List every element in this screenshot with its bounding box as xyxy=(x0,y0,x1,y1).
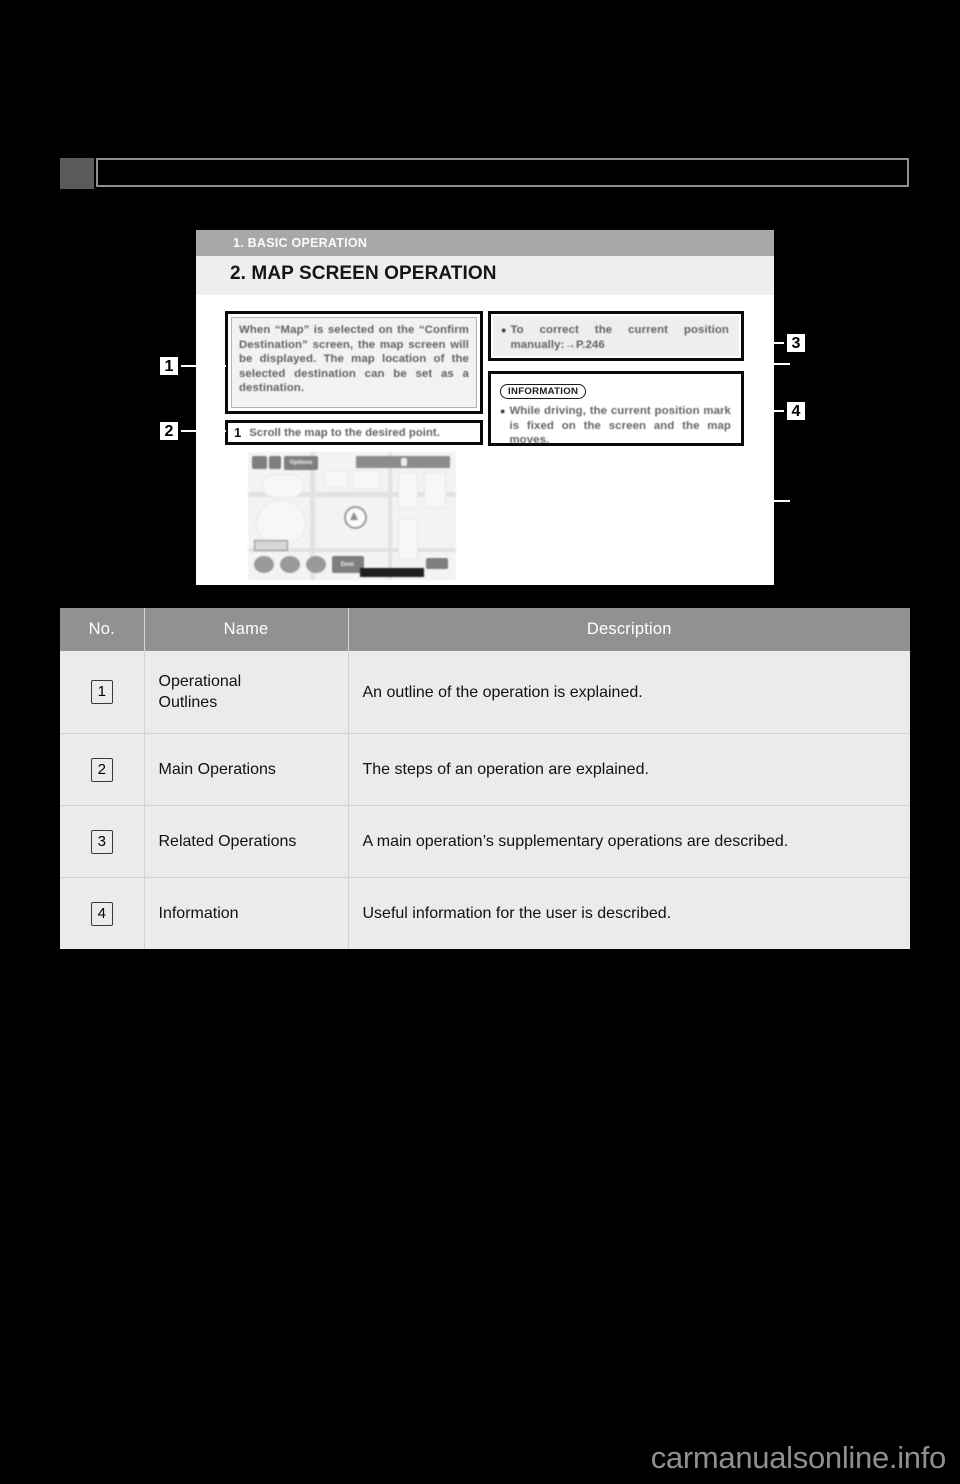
figure-outline-inner: When “Map” is selected on the “Confirm D… xyxy=(231,317,477,408)
table-row: 4 Information Useful information for the… xyxy=(60,877,910,949)
number-badge-3: 3 xyxy=(90,829,113,854)
chapter-tab-marker xyxy=(60,158,94,189)
map-dest-label: Dest. xyxy=(340,561,356,568)
map-block xyxy=(398,472,418,508)
callout-marker-2: 2 xyxy=(157,419,181,443)
row-name-line1: Operational xyxy=(158,673,242,690)
number-badge-1: 1 xyxy=(90,680,113,704)
callout-marker-1: 1 xyxy=(157,354,181,378)
map-button-more[interactable] xyxy=(426,558,448,569)
row-description-cell: The steps of an operation are explained. xyxy=(348,733,910,806)
figure-related-text: To correct the current position manually… xyxy=(510,324,729,351)
map-scale-bar xyxy=(254,540,288,551)
bullet-icon: ● xyxy=(500,406,506,416)
map-button-compass[interactable] xyxy=(269,456,281,469)
number-badge-2: 2 xyxy=(90,757,113,782)
table-row: 3 Related Operations A main operation’s … xyxy=(60,805,910,878)
figure-breadcrumb-bar: 1. BASIC OPERATION xyxy=(196,230,774,256)
figure-information-box: INFORMATION ● While driving, the current… xyxy=(488,371,744,446)
row-description-cell: An outline of the operation is explained… xyxy=(348,651,910,734)
table-row: 2 Main Operations The steps of an operat… xyxy=(60,733,910,806)
leader-line-1 xyxy=(181,365,226,367)
map-top-status-bar xyxy=(356,456,450,468)
map-options-label: Options xyxy=(289,460,313,466)
map-scale-readout xyxy=(360,568,424,577)
row-name-cell: Information xyxy=(144,877,349,949)
chapter-banner xyxy=(60,158,911,189)
column-header-no: No. xyxy=(60,608,145,651)
figure-related-inner: ● To correct the current position manual… xyxy=(493,316,739,356)
information-label-pill: INFORMATION xyxy=(500,384,587,399)
map-button-zoom-in[interactable] xyxy=(280,556,300,573)
map-block xyxy=(352,470,380,490)
row-number-cell: 4 xyxy=(60,877,145,949)
table-row: 1 Operational Outlines An outline of the… xyxy=(60,651,910,734)
chapter-title-bar xyxy=(96,158,909,187)
leader-line-2 xyxy=(181,430,226,432)
map-pin-icon xyxy=(401,458,407,466)
leader-stub-lower xyxy=(774,500,790,502)
row-name-line2: Outlines xyxy=(158,694,218,711)
leader-stub-upper xyxy=(774,363,790,365)
figure-information-text: While driving, the current position mark… xyxy=(509,405,731,447)
number-badge-4: 4 xyxy=(90,901,113,926)
row-description-cell: Useful information for the user is descr… xyxy=(348,877,910,949)
map-block xyxy=(398,518,418,560)
map-button-options[interactable]: Options xyxy=(284,456,318,470)
row-number-cell: 2 xyxy=(60,733,145,806)
map-block xyxy=(262,474,304,498)
map-road-vertical xyxy=(388,452,392,580)
map-button-zoom-out[interactable] xyxy=(254,556,274,573)
figure-breadcrumb-text: 1. BASIC OPERATION xyxy=(233,236,368,250)
site-watermark: carmanualsonline.info xyxy=(650,1440,947,1475)
row-name-cell: Main Operations xyxy=(144,733,349,806)
figure-related-box: ● To correct the current position manual… xyxy=(488,311,744,361)
row-description-cell: A main operation’s supplementary operati… xyxy=(348,805,910,878)
column-header-name: Name xyxy=(144,608,349,651)
figure-step-box: 1 Scroll the map to the desired point. xyxy=(225,420,483,445)
current-position-marker-icon xyxy=(344,506,367,529)
row-number-cell: 3 xyxy=(60,805,145,878)
figure-section-title: 2. MAP SCREEN OPERATION xyxy=(230,263,497,284)
row-number-cell: 1 xyxy=(60,651,145,734)
row-name-cell: Operational Outlines xyxy=(144,651,349,734)
map-block xyxy=(324,470,348,488)
figure-illustration-panel: 1. BASIC OPERATION 2. MAP SCREEN OPERATI… xyxy=(196,230,774,585)
map-screen-screenshot: Options Dest. xyxy=(248,452,456,580)
legend-description-table: No. Name Description 1 Operational Outli… xyxy=(60,608,910,949)
callout-marker-4: 4 xyxy=(784,399,808,423)
figure-step-number: 1 xyxy=(234,425,242,440)
column-header-description: Description xyxy=(348,608,910,651)
row-name-cell: Related Operations xyxy=(144,805,349,878)
callout-marker-3: 3 xyxy=(784,331,808,355)
map-button-north-up[interactable] xyxy=(252,456,267,469)
figure-outline-box: When “Map” is selected on the “Confirm D… xyxy=(225,311,483,414)
table-header-row: No. Name Description xyxy=(60,608,910,651)
figure-outline-text: When “Map” is selected on the “Confirm D… xyxy=(239,324,469,395)
map-button-menu[interactable] xyxy=(306,556,326,573)
figure-section-band: 2. MAP SCREEN OPERATION xyxy=(196,256,774,295)
figure-step-text: Scroll the map to the desired point. xyxy=(249,426,440,439)
bullet-icon: ● xyxy=(501,325,507,335)
map-block xyxy=(424,472,446,508)
